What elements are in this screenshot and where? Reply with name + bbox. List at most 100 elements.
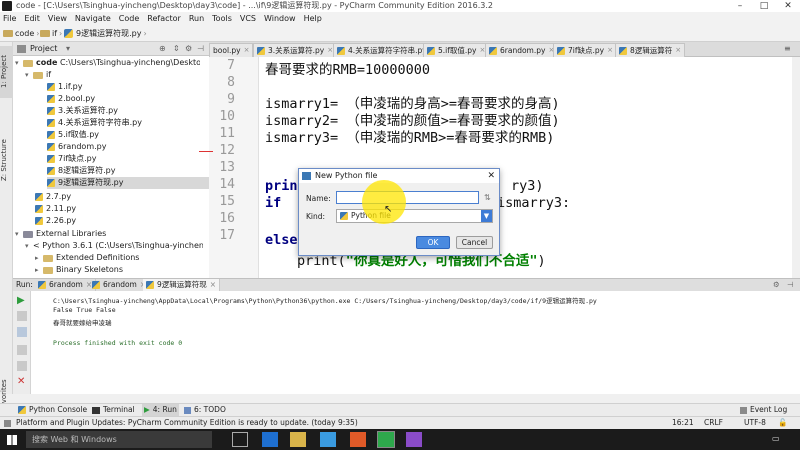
- menu-vcs[interactable]: VCS: [236, 12, 260, 25]
- gear-icon[interactable]: ⚙: [773, 279, 780, 291]
- sort-icon[interactable]: ⇅: [484, 193, 491, 202]
- breadcrumb-code[interactable]: code ›: [3, 25, 42, 42]
- tool-tab-project[interactable]: 1: Project: [0, 46, 13, 98]
- store-icon[interactable]: [320, 432, 336, 447]
- gear-icon[interactable]: ⚙: [185, 42, 192, 56]
- close-run-icon[interactable]: ✕: [17, 377, 27, 387]
- close-icon[interactable]: ✕: [487, 169, 495, 183]
- collapse-icon[interactable]: ⇕: [173, 42, 180, 56]
- maximize-button[interactable]: □: [752, 0, 776, 12]
- tree-file[interactable]: 3.关系运算符.py: [47, 105, 118, 117]
- menu-window[interactable]: Window: [260, 12, 300, 25]
- menu-refactor[interactable]: Refactor: [143, 12, 185, 25]
- run-tab[interactable]: 6random×: [89, 279, 151, 291]
- tree-node-root[interactable]: ▾code C:\Users\Tsinghua-yincheng\Desktop…: [15, 57, 209, 69]
- app-icon[interactable]: [350, 432, 366, 447]
- pycharm-taskbar-icon[interactable]: [377, 431, 395, 448]
- menu-help[interactable]: Help: [300, 12, 326, 25]
- python-console-button[interactable]: Python Console: [18, 404, 87, 416]
- editor-tab[interactable]: 3.关系运算符.py ×: [253, 43, 338, 57]
- menu-view[interactable]: View: [44, 12, 71, 25]
- edge-icon[interactable]: [262, 432, 278, 447]
- breadcrumb-if[interactable]: if ›: [40, 25, 64, 42]
- kind-select[interactable]: Python file ▼: [336, 209, 493, 223]
- terminal-button[interactable]: Terminal: [92, 404, 135, 416]
- tree-node-python-sdk[interactable]: ▾ < Python 3.6.1 (C:\Users\Tsinghua-yinch…: [25, 240, 209, 252]
- close-button[interactable]: ✕: [776, 0, 800, 12]
- tree-node-extended-definitions[interactable]: ▸ Extended Definitions: [35, 252, 139, 264]
- tree-file[interactable]: 1.if.py: [47, 81, 82, 93]
- hide-icon[interactable]: ⊣: [197, 42, 204, 56]
- name-input[interactable]: [336, 191, 479, 204]
- project-view-select[interactable]: Project: [30, 42, 57, 56]
- tree-file[interactable]: 2.bool.py: [47, 93, 95, 105]
- editor-tab[interactable]: 8逻辑运算符 ×: [615, 43, 686, 57]
- menu-navigate[interactable]: Navigate: [71, 12, 115, 25]
- line-separator[interactable]: CRLF: [704, 417, 723, 429]
- tree-file[interactable]: 6random.py: [47, 141, 106, 153]
- event-log-button[interactable]: Event Log: [740, 404, 787, 416]
- pause-icon[interactable]: [17, 327, 27, 337]
- pin-icon[interactable]: [17, 361, 27, 371]
- file-explorer-icon[interactable]: [290, 432, 306, 447]
- file-encoding[interactable]: UTF-8: [744, 417, 766, 429]
- run-tool-button[interactable]: ▶ 4: Run: [142, 404, 179, 416]
- editor-tab[interactable]: 6random.py ×: [485, 43, 559, 57]
- close-icon[interactable]: ×: [607, 44, 613, 57]
- menu-edit[interactable]: Edit: [20, 12, 44, 25]
- tree-file[interactable]: 8逻辑运算符.py: [47, 165, 115, 177]
- tab-overflow-icon[interactable]: ≡: [784, 44, 791, 53]
- python-icon: [18, 406, 26, 414]
- tree-file[interactable]: 7if缺点.py: [47, 153, 96, 165]
- ok-button[interactable]: OK: [416, 236, 450, 249]
- editor-tab[interactable]: 5.if取值.py ×: [423, 43, 490, 57]
- menu-code[interactable]: Code: [115, 12, 143, 25]
- tree-file-selected[interactable]: 9逻辑运算符现.py: [47, 177, 209, 189]
- editor-tab[interactable]: bool.py ×: [209, 43, 254, 57]
- code-line: ismarry3= （申凌瑞的RMB>=春哥要求的RMB): [265, 130, 555, 146]
- chevron-down-icon[interactable]: ▼: [481, 210, 492, 222]
- close-icon[interactable]: ×: [675, 44, 681, 57]
- start-button[interactable]: [7, 435, 17, 445]
- vs-icon[interactable]: [406, 432, 422, 447]
- print-icon[interactable]: [17, 345, 27, 355]
- tree-file[interactable]: 2.26.py: [35, 215, 76, 227]
- todo-button[interactable]: 6: TODO: [184, 404, 226, 416]
- minimize-button[interactable]: –: [728, 0, 752, 12]
- sync-icon[interactable]: ⊕: [159, 42, 166, 56]
- tool-tab-structure[interactable]: Z: Structure: [0, 132, 13, 188]
- run-tab-active[interactable]: 9逻辑运算符现 ×: [143, 279, 221, 291]
- notification-icon[interactable]: ▭: [772, 434, 780, 443]
- tree-file[interactable]: 4.关系运算符字符串.py: [47, 117, 142, 129]
- python-file-icon: [489, 46, 497, 55]
- tree-node-external-libraries[interactable]: ▾ External Libraries: [15, 228, 106, 240]
- chevron-down-icon[interactable]: ▾: [66, 42, 70, 56]
- menu-run[interactable]: Run: [185, 12, 208, 25]
- status-message[interactable]: Platform and Plugin Updates: PyCharm Com…: [16, 417, 576, 429]
- lock-icon[interactable]: 🔓: [778, 417, 787, 429]
- tree-file[interactable]: 2.7.py: [35, 191, 71, 203]
- caret-position[interactable]: 16:21: [672, 417, 694, 429]
- editor-tab[interactable]: 7if缺点.py ×: [553, 43, 617, 57]
- run-tab-bar: Run: 6random× 6random× 9逻辑运算符现× ⚙ ⊣: [13, 278, 800, 291]
- close-icon[interactable]: ×: [244, 44, 250, 57]
- editor-scrollbar[interactable]: [792, 57, 800, 278]
- tree-file[interactable]: 2.11.py: [35, 203, 76, 215]
- rerun-icon[interactable]: ▶: [17, 296, 27, 306]
- python-file-icon: [557, 46, 565, 55]
- tree-file[interactable]: 5.if取值.py: [47, 129, 99, 141]
- breadcrumb-file[interactable]: 9逻辑运算符现.py ›: [64, 25, 149, 42]
- hide-icon[interactable]: ⊣: [787, 279, 794, 291]
- menu-file[interactable]: File: [0, 12, 20, 25]
- python-file-icon: [427, 46, 435, 55]
- tree-node-if[interactable]: ▾ if: [25, 69, 51, 81]
- task-view-icon[interactable]: [232, 432, 248, 447]
- stop-icon[interactable]: [17, 311, 27, 321]
- menu-tools[interactable]: Tools: [208, 12, 236, 25]
- console-output[interactable]: C:\Users\Tsinghua-yincheng\AppData\Local…: [31, 291, 800, 394]
- line-number: 14: [219, 177, 235, 192]
- taskbar-search[interactable]: 搜索 Web 和 Windows: [26, 431, 212, 448]
- run-tab[interactable]: 6random×: [35, 279, 97, 291]
- tree-node-binary-skeletons[interactable]: ▸ Binary Skeletons: [35, 264, 123, 276]
- cancel-button[interactable]: Cancel: [456, 236, 493, 249]
